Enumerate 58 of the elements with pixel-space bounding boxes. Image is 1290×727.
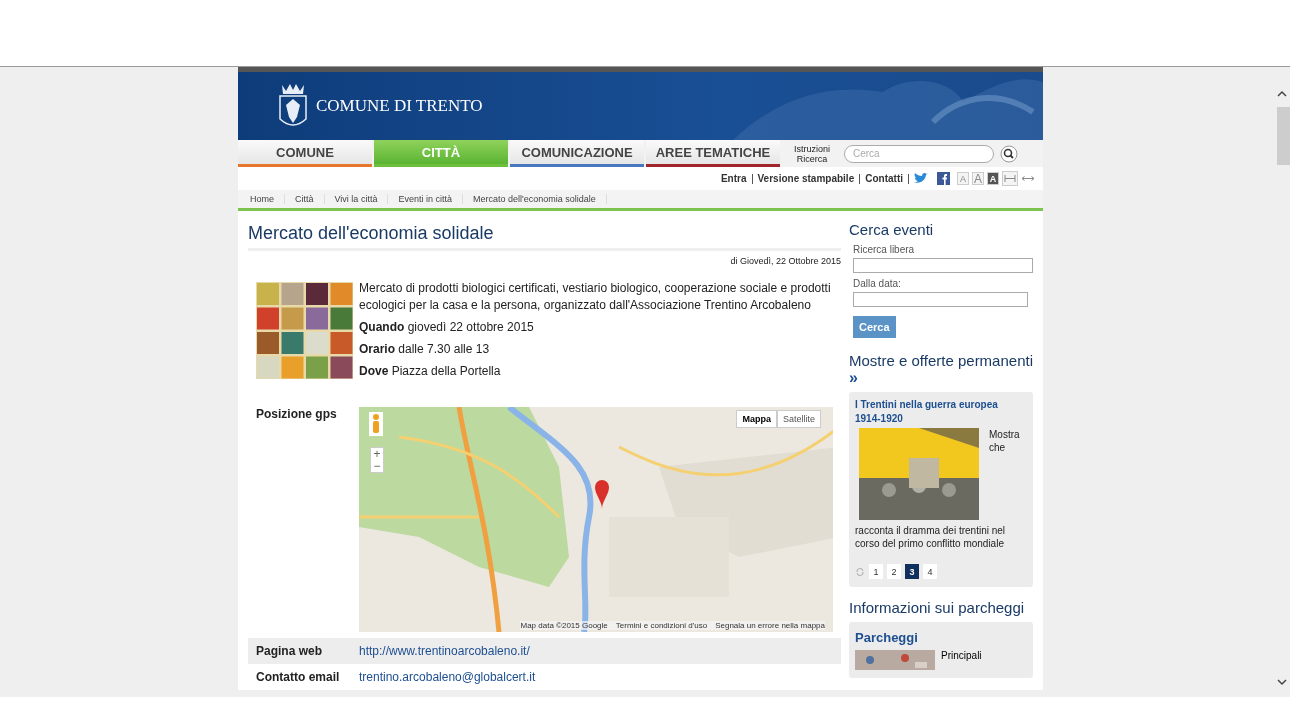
breadcrumb-link[interactable]: Città [289,194,325,204]
event-description: Mercato di prodotti biologici certificati, vestiario biologico, cooperazione sociale e prodotti ecologici per la casa e la persona, organizzato dall'Associazione Trentino Arcobaleno [359,280,832,314]
zoom-button[interactable]: + [371,448,383,460]
search-help-link[interactable]: Istruzioni Ricerca [788,143,836,164]
breadcrumb-link[interactable]: Eventi in città [392,194,463,204]
map-type-button[interactable]: Satellite [776,410,821,428]
event-detail: Dove Piazza della Portella [359,363,502,380]
event-date: di Giovedì, 22 Ottobre 2015 [729,256,841,266]
font-size-button[interactable]: A [987,172,999,185]
utility-link[interactable]: Versione stampabile [752,173,861,184]
parking-title[interactable]: Parcheggi [855,630,918,645]
site-title: COMUNE DI TRENTO [316,96,483,116]
section-title: Mostre e offerte permanenti [849,352,1033,369]
person-icon[interactable] [369,412,383,436]
parking-text: Principali [941,650,982,663]
page-title: Mercato dell'economia solidale [248,223,841,251]
bird-icon[interactable] [913,172,929,185]
more-link[interactable]: » [849,369,858,386]
info-label: Contatto email [256,670,341,684]
nav-tab[interactable]: COMUNICAZIONE [510,140,644,167]
field-label: Ricerca libera [853,244,916,255]
page-button[interactable]: 3 [905,564,919,579]
scroll-thumb[interactable] [1277,107,1290,165]
map-type-button[interactable]: Mappa [736,410,777,428]
nav-tab[interactable]: AREE TEMATICHE [646,140,780,167]
exhibit-text: Mostra che racconta il dramma dei trentini nel corso del primo conflitto mondiale [855,428,1021,551]
event-detail: Orario dalle 7.30 alle 13 [359,341,491,358]
field-label: Dalla data: [853,278,902,289]
map-attribution[interactable]: Map data ©2015 Google [520,621,608,630]
page-button[interactable]: 4 [923,564,937,579]
info-link[interactable]: http://www.trentinoarcobaleno.it/ [359,644,530,658]
utility-link[interactable]: Entra [715,173,753,184]
search-icon[interactable] [1000,144,1018,163]
input-field[interactable] [853,292,1028,307]
facebook-icon[interactable] [937,172,950,185]
width-icon[interactable] [1002,171,1018,186]
event-detail: Quando giovedì 22 ottobre 2015 [359,319,535,336]
breadcrumb-link[interactable]: Vivi la città [328,194,389,204]
exhibit-title[interactable]: I Trentini nella guerra europea 1914-1920 [855,398,1015,426]
map-attribution[interactable]: Segnala un errore nella mappa [715,621,825,630]
info-label: Pagina web [256,644,324,658]
nav-tab[interactable]: COMUNE [238,140,372,167]
breadcrumb-link[interactable]: Mercato dell'economia solidale [466,194,607,204]
breadcrumb-link[interactable]: Home [244,194,285,204]
map-attribution[interactable]: Termini e condizioni d'uso [615,621,708,630]
scroll-down-icon[interactable] [1276,677,1288,687]
input-field[interactable] [853,258,1033,273]
page-button[interactable]: 2 [887,564,901,579]
page-button[interactable]: 1 [869,564,883,579]
info-link[interactable]: trentino.arcobaleno@globalcert.it [359,670,536,684]
info-label: Posizione gps [256,407,338,423]
section-title: Cerca eventi [849,221,935,238]
section-title: Informazioni sui parcheggi [849,599,1026,616]
scroll-up-icon[interactable] [1276,89,1288,99]
search-field[interactable]: Cerca [844,144,994,163]
refresh-icon[interactable] [855,566,865,577]
utility-link[interactable]: Contatti [860,173,909,184]
font-size-button[interactable]: A [957,172,969,185]
